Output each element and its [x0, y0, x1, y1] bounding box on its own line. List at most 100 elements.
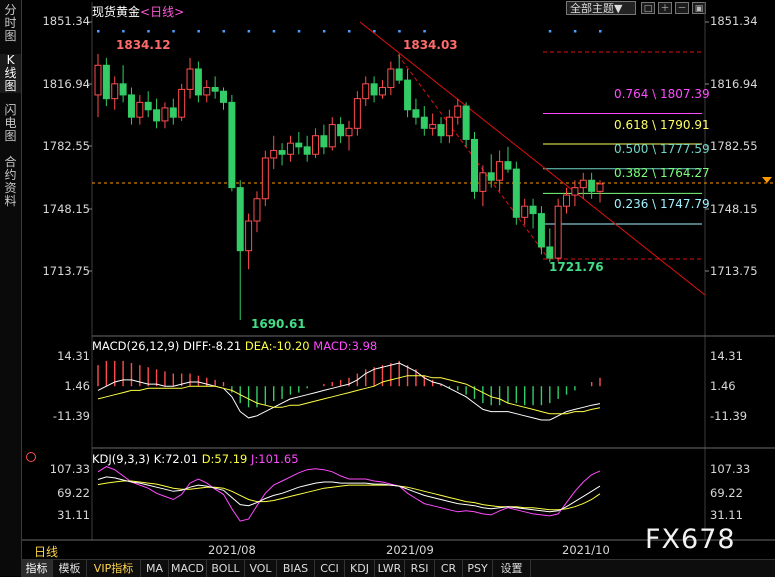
candle-body — [345, 127, 353, 137]
annotation-low-recent: 1721.76 — [549, 260, 604, 274]
toolbar-tab-rsi[interactable]: RSI — [405, 560, 435, 577]
candle-body — [261, 157, 269, 200]
candle-body — [445, 116, 453, 137]
kdj-axis-label-left: 69.22 — [57, 486, 90, 500]
candle-body — [312, 135, 320, 155]
candle-body — [178, 88, 186, 118]
candle-body — [529, 205, 537, 215]
x-axis-label: 2021/10 — [562, 543, 610, 557]
x-axis-label: 2021/08 — [208, 543, 256, 557]
candle-body — [236, 187, 244, 252]
candle-body — [127, 94, 135, 118]
price-axis-label-left: 1713.75 — [42, 264, 90, 278]
candle-body — [579, 179, 587, 189]
candle-body — [588, 179, 596, 192]
signal-dot — [548, 30, 552, 33]
candle-body — [437, 124, 445, 137]
toolbar-tab-cci[interactable]: CCI — [315, 560, 345, 577]
kdj-d-line — [97, 480, 601, 511]
candle-body — [119, 83, 127, 96]
kdj-d: D:57.19 — [201, 452, 248, 466]
macd-axis-label-left: -11.39 — [52, 409, 90, 423]
toolbar-tab-vip指标[interactable]: VIP指标 — [87, 560, 141, 577]
signal-dot — [122, 30, 125, 33]
candle-body — [278, 150, 286, 155]
candle-body — [153, 109, 161, 122]
toolbar-tab-kdj[interactable]: KDJ — [345, 560, 375, 577]
kdj-name: KDJ(9,3,3) — [92, 452, 151, 466]
fib-label-0618: 0.618 \ 1790.91 — [614, 118, 710, 132]
candle-body — [111, 83, 119, 100]
annotation-low-main: 1690.61 — [251, 317, 306, 331]
candle-body — [303, 146, 311, 155]
signal-dot — [97, 30, 100, 33]
signal-dot — [599, 30, 602, 33]
price-axis-label-right: 1782.55 — [710, 139, 758, 153]
watermark-logo: FX678 — [645, 524, 736, 555]
candle-body — [378, 87, 386, 96]
candle-body — [420, 116, 428, 129]
toolbar-tab-bias[interactable]: BIAS — [277, 560, 315, 577]
kdj-title: KDJ(9,3,3) K:72.01 D:57.19 J:101.65 — [92, 452, 299, 466]
macd-value: MACD:3.98 — [313, 339, 378, 353]
candle-body — [412, 109, 420, 118]
toolbar-tab-cr[interactable]: CR — [435, 560, 463, 577]
candle-body — [404, 79, 412, 111]
toolbar-tab-lwr[interactable]: LWR — [375, 560, 405, 577]
price-axis-label-left: 1782.55 — [42, 139, 90, 153]
toolbar-tab-设置[interactable]: 设置 — [493, 560, 531, 577]
candle-body — [295, 142, 303, 148]
candle-body — [337, 124, 345, 137]
price-axis-label-right: 1851.34 — [710, 14, 758, 28]
price-axis-label-left: 1851.34 — [42, 14, 90, 28]
candle-body — [537, 213, 545, 248]
annotation-high-left: 1834.12 — [116, 38, 171, 52]
current-price-marker — [762, 177, 772, 183]
candle-body — [270, 150, 278, 159]
candle-body — [496, 161, 504, 181]
macd-series — [97, 360, 601, 421]
trendlines — [359, 21, 706, 296]
toolbar-tab-macd[interactable]: MACD — [169, 560, 207, 577]
toolbar-tab-psy[interactable]: PSY — [463, 560, 493, 577]
price-axis-label-left: 1816.94 — [42, 77, 90, 91]
candle-body — [136, 101, 144, 118]
toolbar-tab-vol[interactable]: VOL — [245, 560, 277, 577]
candle-body — [462, 105, 470, 140]
signal-dot — [348, 30, 351, 33]
toolbar-tab-boll[interactable]: BOLL — [207, 560, 245, 577]
candle-body — [521, 205, 529, 218]
kdj-settings-icon[interactable] — [26, 452, 36, 462]
kdj-axis-label-left: 107.33 — [49, 462, 90, 476]
candle-body — [353, 98, 361, 129]
candle-body — [487, 172, 495, 181]
period-label[interactable]: 日线 — [34, 543, 58, 560]
toolbar-tab-指标[interactable]: 指标 — [21, 560, 53, 577]
signal-dot — [172, 30, 175, 33]
signal-dot — [322, 30, 326, 33]
macd-axis-label-left: 1.46 — [64, 379, 90, 393]
price-axis-label-right: 1748.15 — [710, 202, 758, 216]
candle-body — [102, 64, 110, 100]
signal-dot — [222, 30, 225, 33]
candle-body — [94, 64, 102, 96]
kdj-k-line — [97, 476, 601, 513]
candle-body — [504, 161, 512, 170]
candle-body — [471, 138, 478, 192]
candle-body — [546, 246, 554, 259]
macd-axis-label-left: 14.31 — [57, 349, 90, 363]
toolbar-tab-模板[interactable]: 模板 — [53, 560, 87, 577]
kdj-axis-label-right: 69.22 — [710, 486, 743, 500]
signal-dot — [423, 30, 426, 33]
candle-body — [286, 142, 294, 155]
macd-axis-label-right: 14.31 — [710, 349, 743, 363]
candle-body — [512, 168, 520, 218]
candle-body — [144, 101, 152, 111]
kdj-axis-label-right: 31.11 — [710, 508, 743, 522]
toolbar-tab-ma[interactable]: MA — [141, 560, 169, 577]
candle-body — [253, 198, 261, 222]
candle-body — [571, 187, 579, 196]
candle-body — [479, 172, 487, 192]
macd-name: MACD(26,12,9) — [92, 339, 180, 353]
fib-label-0382: 0.382 \ 1764.27 — [614, 166, 710, 180]
